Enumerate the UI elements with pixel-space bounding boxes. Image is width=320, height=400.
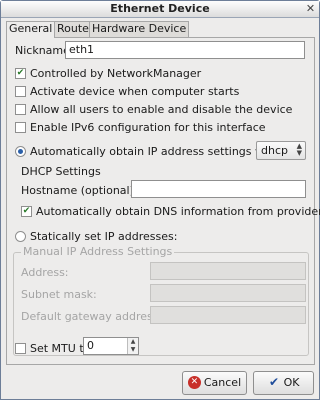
mtu-value: 0: [87, 339, 94, 352]
tab-hardware-device[interactable]: Hardware Device: [89, 21, 190, 37]
tab-general[interactable]: General: [6, 21, 56, 38]
hostname-row: Hostname (optional):: [21, 184, 138, 197]
activate-on-boot-label: Activate device when computer starts: [30, 85, 240, 98]
address-row: Address:: [21, 266, 69, 279]
tab-hardware-device-label: Hardware Device: [92, 22, 187, 35]
tab-general-label: General: [9, 22, 53, 35]
radio-unselected-icon: [15, 230, 26, 242]
controlled-by-nm-label: Controlled by NetworkManager: [30, 67, 202, 80]
spin-arrows-icon[interactable]: ▲ ▼: [127, 338, 138, 354]
auto-dns-checkbox[interactable]: ✔ Automatically obtain DNS information fr…: [21, 205, 320, 218]
enable-ipv6-label: Enable IPv6 configuration for this inter…: [30, 121, 266, 134]
enable-ipv6-checkbox[interactable]: Enable IPv6 configuration for this inter…: [15, 121, 266, 134]
checkbox-checked-icon: ✔: [15, 67, 26, 79]
ok-button[interactable]: ✔ OK: [253, 371, 314, 395]
auto-ip-radio[interactable]: Automatically obtain IP address settings…: [15, 145, 282, 158]
gateway-label: Default gateway address:: [21, 310, 163, 323]
cancel-label: Cancel: [203, 376, 242, 389]
manual-ip-title: Manual IP Address Settings: [21, 245, 175, 258]
static-ip-radio[interactable]: Statically set IP addresses:: [15, 230, 177, 243]
hostname-label: Hostname (optional):: [21, 184, 138, 197]
subnet-row: Subnet mask:: [21, 288, 97, 301]
subnet-input[interactable]: [150, 284, 306, 302]
ip-method-value: dhcp: [261, 144, 288, 157]
dhcp-settings-title: DHCP Settings: [21, 165, 101, 178]
general-panel: Nickname: eth1 ✔ Controlled by NetworkMan…: [6, 37, 320, 365]
address-input[interactable]: [150, 262, 306, 280]
checkbox-unchecked-icon: [15, 121, 26, 133]
auto-ip-label: Automatically obtain IP address settings…: [30, 145, 283, 158]
static-ip-label: Statically set IP addresses:: [30, 230, 178, 243]
allow-all-users-label: Allow all users to enable and disable th…: [30, 103, 293, 116]
close-icon[interactable]: ✕: [305, 3, 316, 14]
gateway-input[interactable]: [150, 306, 306, 324]
ok-label: OK: [283, 376, 300, 389]
tab-route[interactable]: Route: [54, 21, 92, 37]
mtu-spinbox[interactable]: 0 ▲ ▼: [83, 337, 139, 355]
address-label: Address:: [21, 266, 69, 279]
auto-dns-label: Automatically obtain DNS information fro…: [36, 205, 320, 218]
checkbox-unchecked-icon: [15, 85, 26, 97]
allow-all-users-checkbox[interactable]: Allow all users to enable and disable th…: [15, 103, 292, 116]
checkbox-unchecked-icon: [15, 103, 26, 115]
cancel-icon: ✕: [187, 375, 201, 389]
ip-method-select[interactable]: dhcp ▲ ▼: [256, 141, 306, 160]
tab-route-label: Route: [57, 22, 89, 35]
window-title: Ethernet Device: [110, 2, 210, 15]
checkbox-checked-icon: ✔: [21, 205, 32, 217]
gateway-row: Default gateway address:: [21, 310, 162, 323]
ethernet-device-dialog: Ethernet Device ✕ General Route Hardware…: [0, 0, 320, 400]
activate-on-boot-checkbox[interactable]: Activate device when computer starts: [15, 85, 239, 98]
subnet-label: Subnet mask:: [21, 288, 97, 301]
checkbox-unchecked-icon: [15, 342, 26, 354]
controlled-by-nm-checkbox[interactable]: ✔ Controlled by NetworkManager: [15, 67, 201, 80]
radio-selected-icon: [15, 145, 26, 157]
nickname-input[interactable]: eth1: [65, 41, 305, 59]
hostname-input[interactable]: [131, 180, 306, 198]
updown-arrow-icon: ▲ ▼: [296, 142, 302, 157]
title-bar[interactable]: Ethernet Device ✕: [1, 1, 319, 18]
ok-icon: ✔: [269, 374, 280, 389]
cancel-button[interactable]: ✕ Cancel: [182, 371, 247, 395]
